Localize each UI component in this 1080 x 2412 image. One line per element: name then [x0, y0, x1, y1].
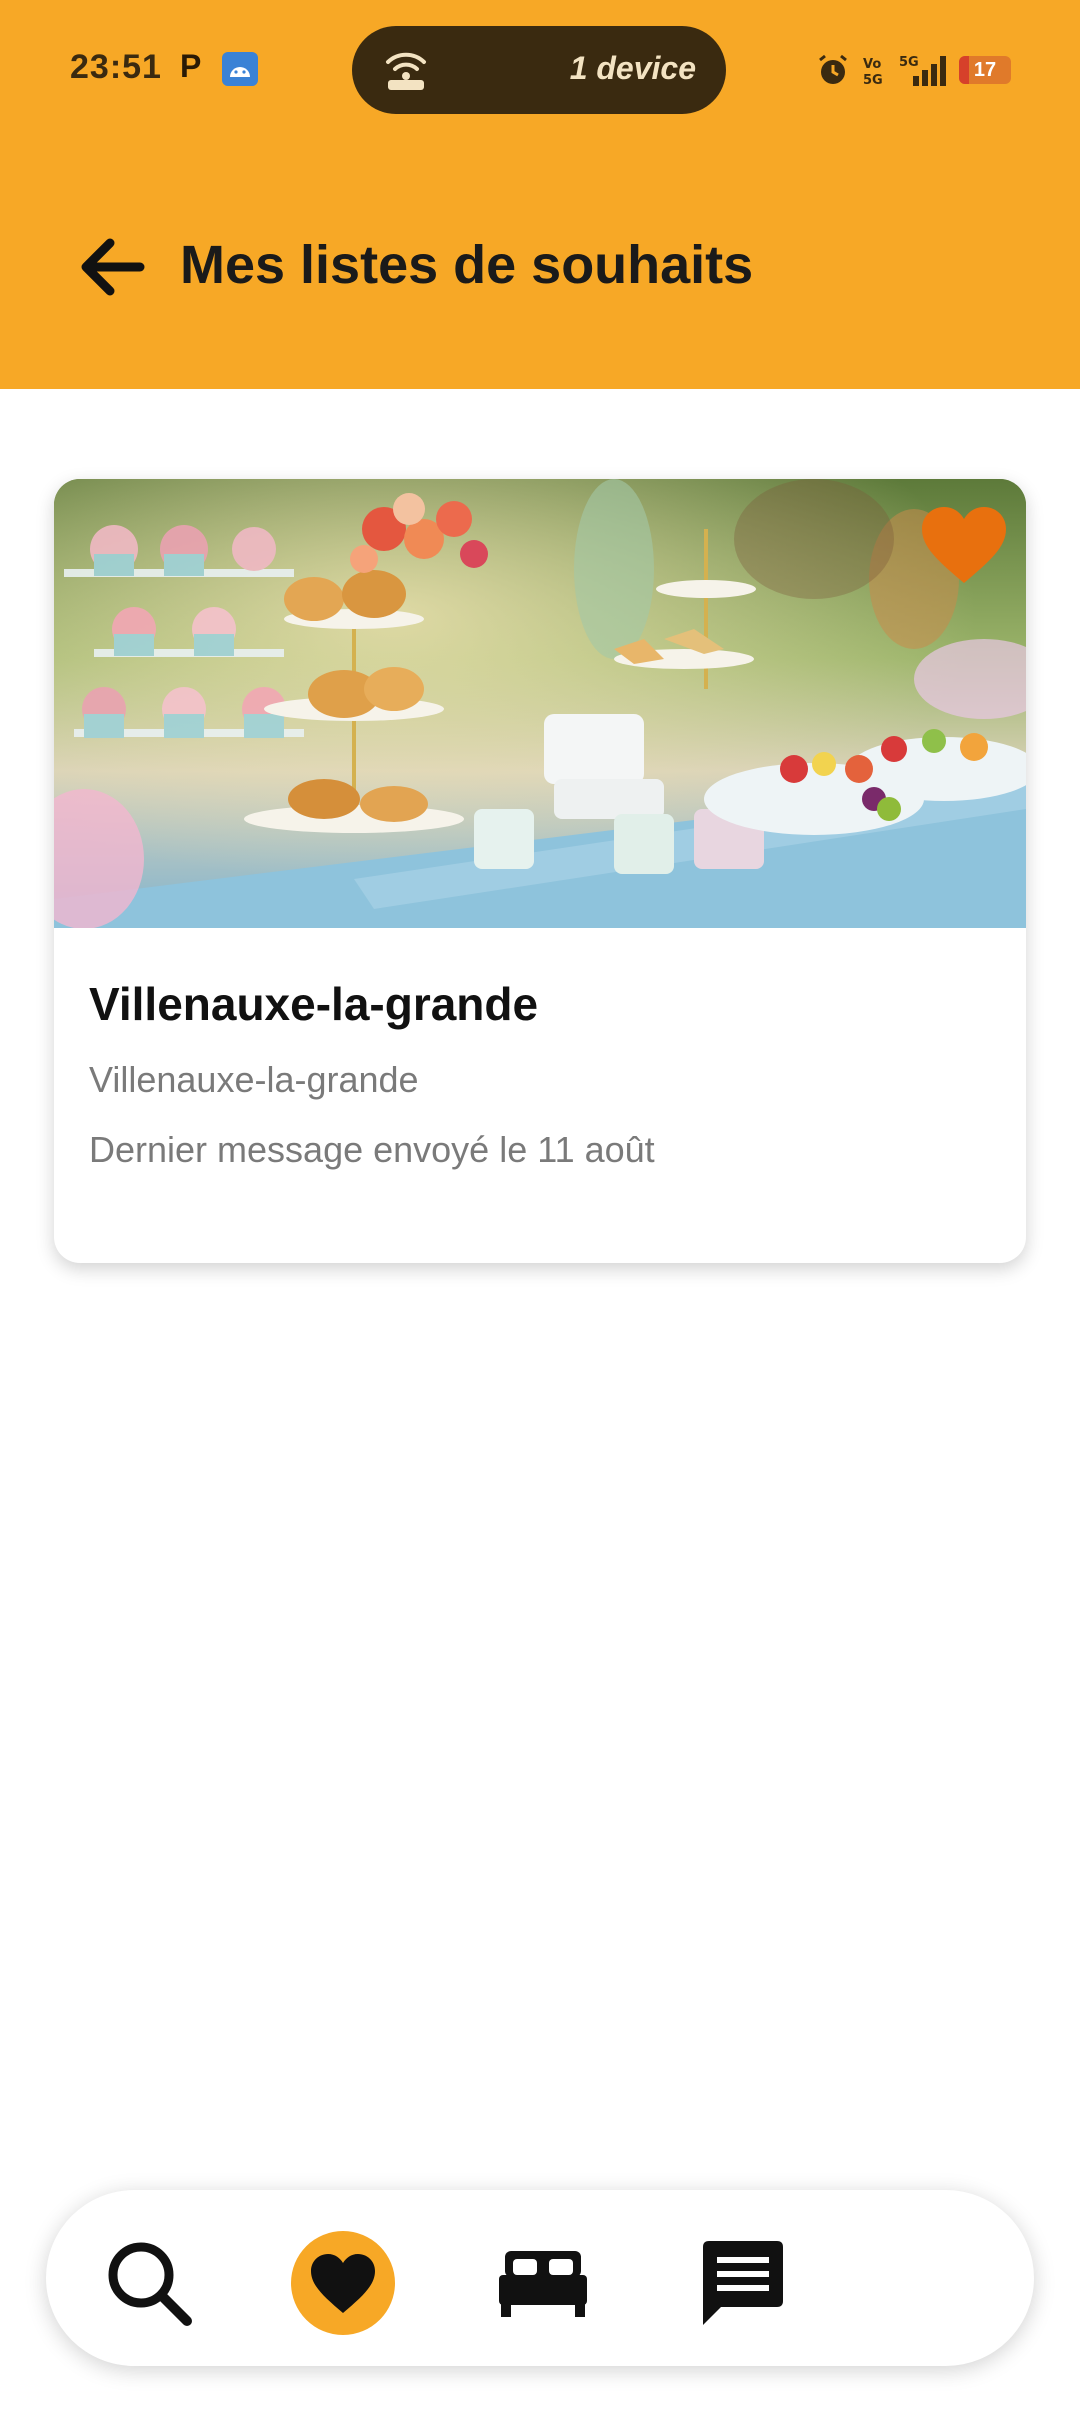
search-icon [108, 2242, 192, 2326]
parking-notification-icon: P [180, 48, 202, 84]
wishlist-location: Villenauxe-la-grande [89, 1059, 419, 1100]
wishlist-card[interactable]: Villenauxe-la-grande Villenauxe-la-grand… [54, 479, 1026, 1263]
hotspot-icon [386, 52, 426, 90]
nav-stays[interactable] [490, 2230, 596, 2336]
signal-5g-icon: 5G [899, 55, 946, 86]
bed-icon [499, 2251, 587, 2317]
nav-messages[interactable] [690, 2230, 796, 2336]
hotspot-text: 1 device [569, 50, 696, 86]
hotspot-pill[interactable]: 1 device [352, 26, 726, 114]
volte-icon: Vo 5G [863, 57, 883, 88]
app-header: 23:51 P 1 device Vo 5G 5G 17 Mes listes … [0, 0, 1080, 389]
nav-favorites[interactable] [290, 2230, 396, 2336]
heart-icon [311, 2254, 375, 2313]
arrow-left-icon [81, 238, 145, 296]
message-icon [703, 2241, 783, 2325]
svg-text:Vo: Vo [863, 57, 881, 72]
battery-level: 17 [973, 58, 997, 81]
bottom-nav [46, 2190, 1034, 2366]
wishlist-title: Villenauxe-la-grande [89, 978, 539, 1030]
wishlist-cover-image [54, 479, 1026, 928]
status-time: 23:51 [70, 48, 162, 86]
battery-icon: 17 [959, 56, 1011, 84]
status-icons: Vo 5G 5G 17 [815, 50, 1011, 90]
buffet-photo [54, 479, 1026, 928]
favorite-heart-icon[interactable] [918, 503, 1010, 587]
wishlist-last-message: Dernier message envoyé le 11 août [89, 1129, 655, 1170]
alarm-icon [819, 54, 847, 84]
nav-search[interactable] [96, 2230, 202, 2336]
svg-text:5G: 5G [863, 73, 883, 88]
svg-text:5G: 5G [899, 55, 919, 70]
back-button[interactable] [78, 232, 148, 302]
page-title: Mes listes de souhaits [180, 235, 754, 295]
android-notification-icon [222, 52, 258, 86]
